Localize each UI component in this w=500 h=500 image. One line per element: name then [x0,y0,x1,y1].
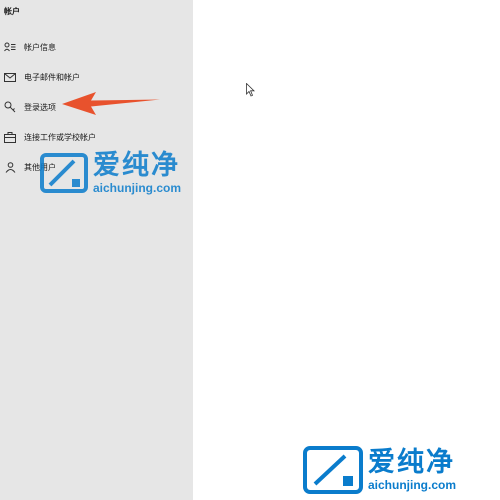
watermark-brand: 爱纯净 [368,447,455,478]
briefcase-icon [3,130,17,144]
content-pane [193,0,500,500]
sidebar-item-label: 帐户信息 [24,42,56,52]
sidebar-item-account-info[interactable]: 帐户信息 [0,36,193,58]
mouse-cursor-icon [246,83,255,97]
sidebar-item-label: 登录选项 [24,102,56,112]
watermark-url: aichunjing.com [368,478,457,492]
watermark-brand: 爱纯净 [93,150,180,181]
key-icon [3,100,17,114]
sidebar-item-work-school[interactable]: 连接工作或学校帐户 [0,126,193,148]
section-title: 帐户 [4,7,20,16]
sidebar-item-label: 连接工作或学校帐户 [24,132,96,142]
watermark-url: aichunjing.com [93,181,182,195]
mail-icon [3,70,17,84]
person-icon [3,160,17,174]
watermark-logo-icon [303,446,363,494]
settings-sidebar: 帐户 帐户信息 电子邮件和帐户 登录选项 连接工作或学校帐户 其他用户 [0,0,193,500]
red-arrow-annotation [62,92,160,115]
watermark: 爱纯净 aichunjing.com [40,152,181,194]
watermark-logo-icon [40,153,88,193]
sidebar-item-label: 电子邮件和帐户 [24,72,80,82]
sidebar-item-email-accounts[interactable]: 电子邮件和帐户 [0,66,193,88]
watermark: 爱纯净 aichunjing.com [303,446,456,494]
account-info-icon [3,40,17,54]
